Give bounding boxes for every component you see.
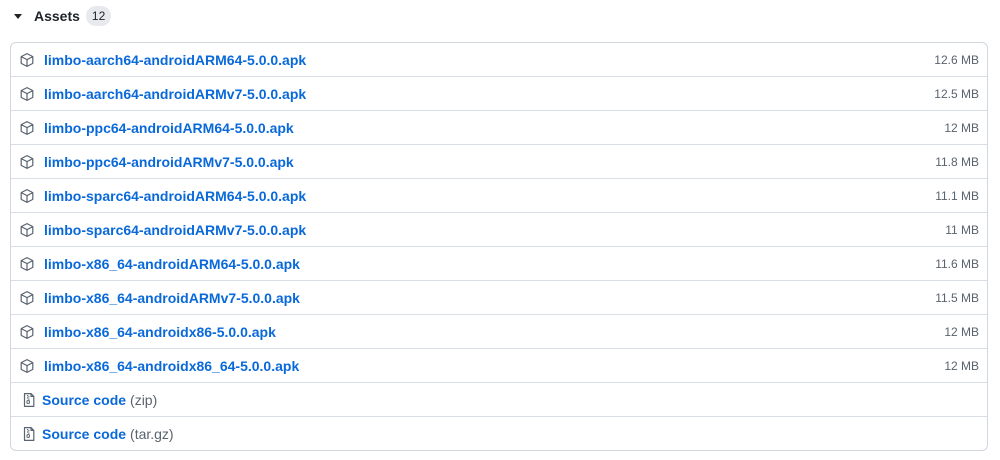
source-code-zip-link[interactable]: Source code (zip) xyxy=(42,392,157,408)
package-icon xyxy=(19,120,35,136)
asset-list: limbo-aarch64-androidARM64-5.0.0.apk 12.… xyxy=(10,42,988,451)
package-icon xyxy=(19,52,35,68)
asset-size: 12.6 MB xyxy=(934,52,979,67)
asset-row: limbo-x86_64-androidARM64-5.0.0.apk 11.6… xyxy=(11,246,987,280)
asset-link[interactable]: limbo-aarch64-androidARM64-5.0.0.apk xyxy=(44,52,306,68)
source-code-label: Source code xyxy=(42,425,127,442)
asset-link[interactable]: limbo-x86_64-androidx86-5.0.0.apk xyxy=(44,324,276,340)
assets-toggle[interactable]: Assets 12 xyxy=(10,4,112,28)
asset-row: limbo-sparc64-androidARMv7-5.0.0.apk 11 … xyxy=(11,212,987,246)
asset-row: limbo-x86_64-androidARMv7-5.0.0.apk 11.5… xyxy=(11,280,987,314)
assets-title: Assets xyxy=(34,8,80,24)
source-format-label: (zip) xyxy=(130,391,158,408)
asset-size: 11.1 MB xyxy=(935,188,979,203)
asset-link[interactable]: limbo-x86_64-androidARM64-5.0.0.apk xyxy=(44,256,300,272)
asset-row: limbo-ppc64-androidARM64-5.0.0.apk 12 MB xyxy=(11,110,987,144)
source-row-targz: Source code (tar.gz) xyxy=(11,416,987,450)
asset-row: limbo-x86_64-androidx86-5.0.0.apk 12 MB xyxy=(11,314,987,348)
file-zip-icon xyxy=(21,426,37,442)
asset-row: limbo-aarch64-androidARMv7-5.0.0.apk 12.… xyxy=(11,76,987,110)
asset-size: 11.5 MB xyxy=(935,290,979,305)
asset-size: 12 MB xyxy=(944,120,979,135)
source-code-label: Source code xyxy=(42,391,127,408)
source-row-zip: Source code (zip) xyxy=(11,382,987,416)
asset-link[interactable]: limbo-ppc64-androidARM64-5.0.0.apk xyxy=(44,120,294,136)
asset-size: 11.8 MB xyxy=(935,154,979,169)
asset-row: limbo-ppc64-androidARMv7-5.0.0.apk 11.8 … xyxy=(11,144,987,178)
package-icon xyxy=(19,154,35,170)
asset-size: 12 MB xyxy=(944,324,979,339)
source-format-label: (tar.gz) xyxy=(130,425,174,442)
asset-link[interactable]: limbo-ppc64-androidARMv7-5.0.0.apk xyxy=(44,154,294,170)
asset-size: 12 MB xyxy=(944,358,979,373)
asset-link[interactable]: limbo-x86_64-androidx86_64-5.0.0.apk xyxy=(44,358,299,374)
package-icon xyxy=(19,222,35,238)
package-icon xyxy=(19,358,35,374)
asset-link[interactable]: limbo-aarch64-androidARMv7-5.0.0.apk xyxy=(44,86,306,102)
asset-row: limbo-x86_64-androidx86_64-5.0.0.apk 12 … xyxy=(11,348,987,382)
asset-row: limbo-sparc64-androidARM64-5.0.0.apk 11.… xyxy=(11,178,987,212)
asset-size: 12.5 MB xyxy=(934,86,979,101)
package-icon xyxy=(19,188,35,204)
asset-link[interactable]: limbo-sparc64-androidARM64-5.0.0.apk xyxy=(44,188,306,204)
asset-row: limbo-aarch64-androidARM64-5.0.0.apk 12.… xyxy=(11,43,987,76)
package-icon xyxy=(19,324,35,340)
asset-link[interactable]: limbo-x86_64-androidARMv7-5.0.0.apk xyxy=(44,290,300,306)
triangle-down-icon[interactable] xyxy=(14,14,22,19)
package-icon xyxy=(19,256,35,272)
package-icon xyxy=(19,86,35,102)
assets-count-badge: 12 xyxy=(85,6,112,26)
source-code-targz-link[interactable]: Source code (tar.gz) xyxy=(42,426,174,442)
asset-link[interactable]: limbo-sparc64-androidARMv7-5.0.0.apk xyxy=(44,222,306,238)
package-icon xyxy=(19,290,35,306)
asset-size: 11.6 MB xyxy=(935,256,979,271)
asset-size: 11 MB xyxy=(945,222,979,237)
file-zip-icon xyxy=(21,392,37,408)
